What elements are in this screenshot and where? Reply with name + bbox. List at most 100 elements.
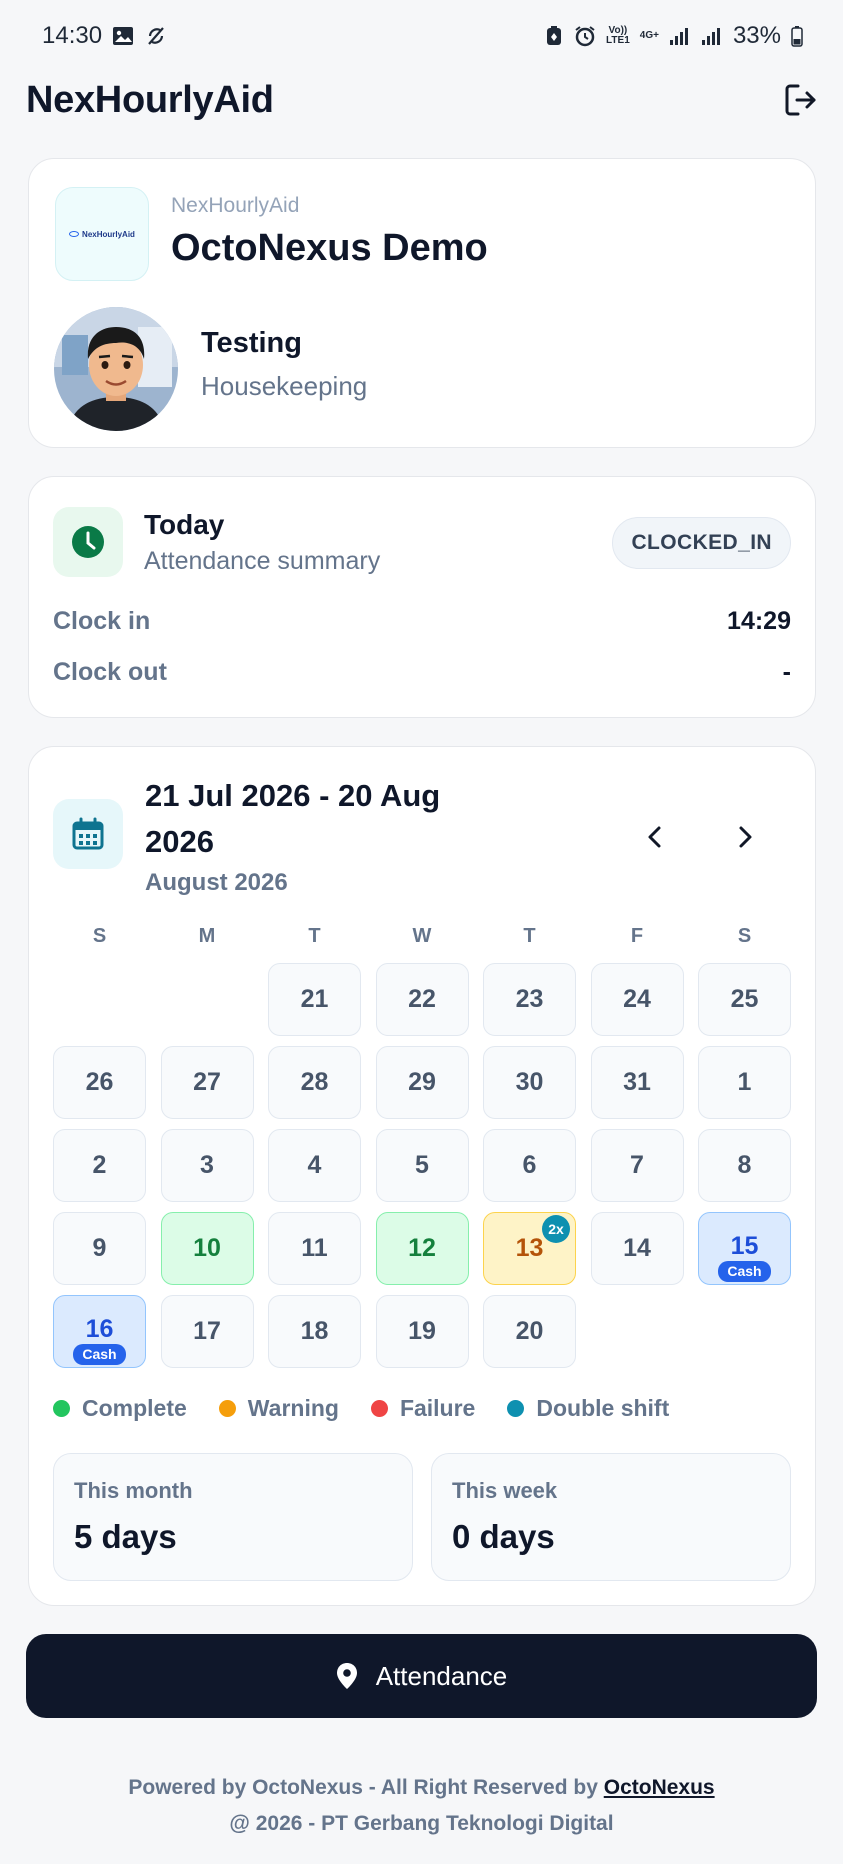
weekday-label: T [523,925,536,947]
day-number: 14 [623,1234,651,1262]
calendar-grid: 21 22 23 24 25 26 27 28 29 30 31 1 2 3 4 5 6 7 8 9 10 11 12 13 2… [53,963,793,1368]
prev-month-button[interactable] [635,817,675,857]
cash-badge: Cash [718,1261,771,1282]
day-number: 15 [730,1232,759,1260]
location-pin-icon [336,1663,357,1689]
calendar-day[interactable]: 20 [483,1295,576,1368]
attendance-button-label: Attendance [375,1660,508,1691]
clock-in-row: Clock in 14:29 [53,607,791,636]
user-name: Testing [201,327,302,359]
legend-dot-icon [218,1400,236,1417]
status-left: 14:30 [42,22,168,50]
battery-icon [791,25,803,47]
clock-icon [72,526,104,558]
weekday-header: SMTWTFS [53,925,793,948]
calendar-day[interactable]: 26 [53,1046,146,1119]
calendar-day[interactable]: 11 [268,1212,361,1285]
calendar-day[interactable]: 8 [698,1129,791,1202]
calendar-day[interactable]: 21 [268,963,361,1036]
day-number: 28 [300,1068,329,1096]
day-number: 19 [408,1317,436,1345]
calendar-day[interactable]: 4 [268,1129,361,1202]
logout-button[interactable] [781,80,821,120]
day-number: 5 [415,1151,429,1179]
day-number: 23 [515,985,544,1013]
stat-this-month: This month 5 days [53,1453,413,1581]
day-number: 11 [301,1234,328,1262]
signal-icon [669,26,691,46]
alarm-icon [574,25,596,47]
legend-item: Failure [370,1395,475,1422]
app-title: NexHourlyAid [26,78,274,121]
calendar-day[interactable]: 2 [53,1129,146,1202]
next-month-button[interactable] [725,817,765,857]
calendar-day[interactable]: 27 [160,1046,254,1119]
calendar-day[interactable]: 3 [160,1129,254,1202]
clock-in-label: Clock in [53,607,151,635]
data-saver-icon [544,25,564,47]
cash-badge: Cash [73,1344,126,1365]
calendar-icon [72,817,104,850]
avatar-illustration [54,307,178,431]
calendar-day[interactable]: 9 [53,1212,146,1285]
clock-in-value: 14:29 [727,607,791,635]
company-card: NexHourlyAid NexHourlyAid OctoNexus Demo… [28,158,816,448]
calendar-day[interactable]: 24 [590,963,684,1036]
day-number: 4 [307,1151,322,1179]
legend-label: Complete [82,1395,187,1421]
weekday-label: T [308,925,321,947]
calendar-day[interactable]: 16 Cash [53,1295,146,1368]
attendance-button[interactable]: Attendance [26,1634,817,1718]
day-number: 27 [193,1068,221,1096]
calendar-day[interactable]: 29 [375,1046,469,1119]
footer-prefix: Powered by OctoNexus - All Right Reserve… [128,1776,598,1799]
calendar-day[interactable]: 15 Cash [698,1212,791,1285]
day-number: 30 [515,1068,544,1096]
day-number: 25 [730,985,759,1013]
footer-line2: @ 2026 - PT Gerbang Teknologi Digital [229,1812,614,1835]
footer-line1: Powered by OctoNexus - All Right Reserve… [0,1770,843,1806]
calendar-day[interactable]: 12 [375,1212,469,1285]
clock-icon-box [53,507,123,577]
user-department: Housekeeping [201,371,368,401]
calendar-day[interactable]: 5 [375,1129,469,1202]
day-number: 8 [737,1151,752,1179]
day-number: 13 [515,1234,544,1262]
status-badge: CLOCKED_IN [612,517,791,569]
calendar-day[interactable]: 30 [483,1046,576,1119]
calendar-day[interactable]: 25 [698,963,791,1036]
weekday-label: S [92,925,107,947]
calendar-day[interactable]: 28 [268,1046,361,1119]
calendar-card: 21 Jul 2026 - 20 Aug 2026 August 2026 S M… [28,746,816,1606]
stat-month-label: This month [74,1478,193,1503]
calendar-day[interactable]: 7 [590,1129,684,1202]
footer-link[interactable]: OctoNexus [604,1776,715,1799]
day-number: 7 [630,1151,644,1179]
calendar-day[interactable]: 19 [375,1295,469,1368]
weekday-label: W [412,925,432,947]
calendar-day[interactable]: 22 [375,963,469,1036]
weekday-label: F [630,925,644,947]
day-number: 20 [515,1317,544,1345]
calendar-day[interactable]: 31 [590,1046,684,1119]
calendar-empty-cell [161,963,254,1036]
day-number: 3 [200,1151,214,1179]
stat-week-value: 0 days [452,1518,555,1555]
app-header: NexHourlyAid [26,72,821,128]
day-number: 29 [408,1068,436,1096]
stat-this-week: This week 0 days [431,1453,791,1581]
calendar-day[interactable]: 1 [698,1046,791,1119]
signal-icon [701,26,723,46]
legend-dot-icon [370,1400,388,1417]
stat-week-label: This week [452,1478,558,1503]
calendar-day[interactable]: 17 [160,1295,254,1368]
calendar-day[interactable]: 13 2x [483,1212,576,1285]
calendar-day[interactable]: 18 [268,1295,361,1368]
calendar-day[interactable]: 6 [483,1129,576,1202]
calendar-day[interactable]: 23 [483,963,576,1036]
today-card: Today Attendance summary CLOCKED_IN Cloc… [28,476,816,718]
calendar-day[interactable]: 14 [590,1212,684,1285]
legend-item: Complete [53,1395,187,1422]
calendar-day[interactable]: 10 [160,1212,254,1285]
logo-wordmark: NexHourlyAid [69,230,135,239]
